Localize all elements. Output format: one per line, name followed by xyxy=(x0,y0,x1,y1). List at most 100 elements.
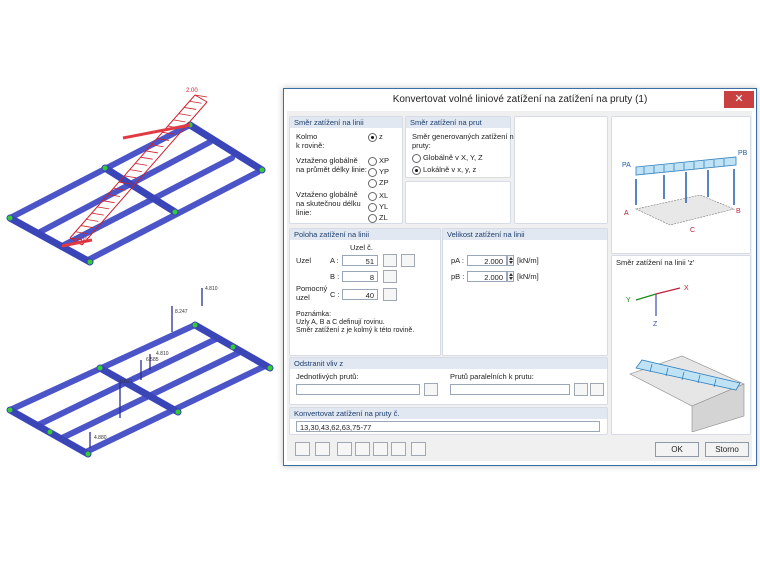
radio-xp-label: XP xyxy=(379,156,390,165)
load-hatch-line xyxy=(189,100,202,104)
pick-node-b-icon[interactable] xyxy=(383,270,397,283)
load-hatch-line xyxy=(80,225,93,228)
load-hatch-line xyxy=(184,107,197,110)
frame-top-model: 2.00 2.00 xyxy=(6,88,266,266)
view-icon[interactable] xyxy=(391,442,406,456)
radio-yl-label: YL xyxy=(379,202,389,211)
result-label-2: 8.247 xyxy=(175,309,188,315)
remove-header: Odstranit vliv z xyxy=(290,358,607,369)
pick-node-a-icon[interactable] xyxy=(383,254,397,267)
result-label-1: 4.810 xyxy=(205,286,218,292)
close-button[interactable]: ✕ xyxy=(724,91,754,108)
pick-parallel-icon[interactable] xyxy=(574,383,588,396)
true-length-label: Vztaženo globálně na skutečnou délku lin… xyxy=(296,190,361,217)
axis-y-label: Y xyxy=(626,297,631,304)
projected-label: Vztaženo globálně na průmět délky linie: xyxy=(296,156,367,174)
dialog-body: Směr zatížení na linii Kolmo k rovině: z… xyxy=(287,111,752,461)
dialog-title: Konvertovat volné liniové zatížení na za… xyxy=(392,94,648,105)
magnitude-header: Velikost zatížení na linii xyxy=(443,229,607,240)
radio-xl[interactable] xyxy=(368,192,377,201)
node-label: Uzel xyxy=(296,256,312,265)
bottom-toolbar xyxy=(295,442,435,456)
pick-members-icon[interactable] xyxy=(424,383,438,396)
parallel-members-label: Prutů paralelních k prutu: xyxy=(450,372,534,381)
aux-node-label: Pomocný uzel xyxy=(296,284,328,302)
axis-x-label: X xyxy=(684,285,689,292)
direction-line-header: Směr zatížení na linii xyxy=(290,117,402,128)
model-view: 2.00 2.00 4.810 8.247 4.810 6.585 9.621 … xyxy=(6,88,274,458)
title-bar[interactable]: Konvertovat volné liniové zatížení na za… xyxy=(284,89,756,111)
node-a-input[interactable]: 51 xyxy=(342,255,378,266)
radio-xl-label: XL xyxy=(379,191,389,200)
pa-input[interactable]: 2.000 xyxy=(467,255,507,266)
radio-yp-label: YP xyxy=(379,167,390,176)
position-header: Poloha zatížení na linii xyxy=(290,229,440,240)
pb-spinner[interactable] xyxy=(507,271,514,282)
position-note: Poznámka: Uzly A, B a C definují rovinu.… xyxy=(296,311,415,334)
individual-members-label: Jednotlivých prutů: xyxy=(296,372,359,381)
individual-members-input[interactable] xyxy=(296,384,420,395)
parallel-members-input[interactable] xyxy=(450,384,570,395)
load-diagram-image: PA PB A B C xyxy=(622,150,748,234)
radio-zp-label: ZP xyxy=(379,178,389,187)
radio-zl-label: ZL xyxy=(379,213,388,222)
direction-line-panel: Směr zatížení na linii Kolmo k rovině: z… xyxy=(289,116,403,224)
units-icon[interactable] xyxy=(315,442,330,456)
radio-local[interactable] xyxy=(412,166,421,175)
preview-c-label: C xyxy=(690,227,695,234)
open-icon[interactable] xyxy=(337,442,352,456)
convert-header: Konvertovat zatížení na pruty č. xyxy=(290,408,607,419)
help-icon[interactable] xyxy=(295,442,310,456)
load-label-bottom: 2.00 xyxy=(76,238,88,244)
pa-spinner[interactable] xyxy=(507,255,514,266)
empty-panel-right xyxy=(514,116,608,224)
load-hatch-line xyxy=(178,113,191,117)
empty-panel-middle xyxy=(405,181,511,224)
save-icon[interactable] xyxy=(355,442,370,456)
radio-z-label: z xyxy=(379,132,383,141)
radio-yp[interactable] xyxy=(368,168,377,177)
pick-node-c-icon[interactable] xyxy=(383,288,397,301)
radio-yl[interactable] xyxy=(368,203,377,212)
remove-panel: Odstranit vliv z Jednotlivých prutů: Pru… xyxy=(289,357,608,405)
load-hatch-line xyxy=(102,200,115,204)
convert-members-input[interactable]: 13,30,43,62,63,75-77 xyxy=(296,421,600,432)
radio-xp[interactable] xyxy=(368,157,377,166)
radio-local-label: Lokálně v x, y, z xyxy=(423,165,477,174)
radio-zp[interactable] xyxy=(368,179,377,188)
radio-z[interactable] xyxy=(368,133,377,142)
convert-load-dialog: Konvertovat volné liniové zatížení na za… xyxy=(283,88,757,466)
frame-bottom-model: 4.810 8.247 4.810 6.585 9.621 4.880 xyxy=(6,286,274,458)
load-hatch-line xyxy=(129,169,142,173)
load-hatch-line xyxy=(146,150,159,154)
select-node-icon[interactable] xyxy=(401,254,415,267)
convert-panel: Konvertovat zatížení na pruty č. 13,30,4… xyxy=(289,407,608,435)
direction-member-description: Směr generovaných zatížení na pruty: xyxy=(412,132,518,150)
node-c-label: C : xyxy=(330,290,340,299)
load-hatch-line xyxy=(97,206,110,210)
radio-global[interactable] xyxy=(412,154,421,163)
load-hatch-line xyxy=(135,162,148,166)
node-c-input[interactable]: 40 xyxy=(342,289,378,300)
radio-global-label: Globálně v X, Y, Z xyxy=(423,153,483,162)
preview-icon[interactable] xyxy=(411,442,426,456)
axis-z-label: Z xyxy=(653,321,658,328)
clear-parallel-icon[interactable] xyxy=(590,383,604,396)
load-hatch-line xyxy=(86,218,99,222)
pb-label: pB : xyxy=(451,272,465,281)
direction-member-panel: Směr zatížení na prut Směr generovaných … xyxy=(405,116,518,178)
cancel-button[interactable]: Storno xyxy=(705,442,749,457)
radio-zl[interactable] xyxy=(368,214,377,223)
direction-member-header: Směr zatížení na prut xyxy=(406,117,510,128)
preview-a-label: A xyxy=(624,210,629,217)
preview-direction-panel: Směr zatížení na linii 'z' X Y Z xyxy=(611,255,751,435)
preview-pb-label: PB xyxy=(738,150,748,157)
node-a-label: A : xyxy=(330,256,339,265)
load-label-top: 2.00 xyxy=(186,88,198,94)
ok-button[interactable]: OK xyxy=(655,442,699,457)
pb-input[interactable]: 2.000 xyxy=(467,271,507,282)
axes-diagram-image: X Y Z xyxy=(626,285,745,432)
print-icon[interactable] xyxy=(373,442,388,456)
node-b-input[interactable]: 8 xyxy=(342,271,378,282)
preview-load-diagram: PA PB A B C xyxy=(611,116,751,254)
